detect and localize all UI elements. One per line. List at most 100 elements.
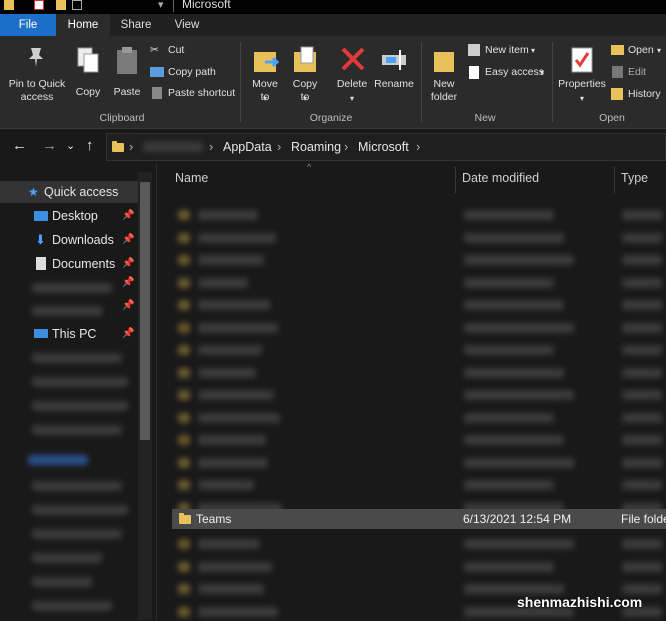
blurred-file-row[interactable] [172, 431, 666, 449]
new-folder-icon [434, 52, 454, 72]
blurred-file-row[interactable] [172, 476, 666, 494]
copy-to-dropdown-icon[interactable]: ▾ [287, 92, 323, 105]
blurred-file-row[interactable] [172, 535, 666, 553]
rename-icon [382, 50, 406, 70]
blurred-date [464, 277, 554, 288]
paste-shortcut-label: Paste shortcut [168, 87, 236, 99]
column-header-date-modified[interactable]: Date modified [462, 171, 539, 185]
tab-view[interactable]: View [162, 14, 212, 36]
blurred-nav-item[interactable] [32, 377, 128, 387]
move-to-dropdown-icon[interactable]: ▾ [247, 92, 283, 105]
easy-access-dropdown-icon[interactable]: ▾ [540, 66, 544, 79]
blurred-file-row[interactable] [172, 341, 666, 359]
pin-icon[interactable]: 📌 [122, 205, 134, 227]
blurred-file-row[interactable] [172, 558, 666, 576]
blurred-type [622, 345, 662, 355]
easy-access-label: Easy access [485, 66, 544, 78]
row-type: File folde [621, 512, 666, 526]
blurred-file-row[interactable] [172, 454, 666, 472]
nav-downloads-label: Downloads [52, 233, 114, 247]
tab-file[interactable]: File [0, 14, 56, 36]
new-item-dropdown-icon[interactable]: ▾ [531, 44, 535, 57]
new-folder-label: New folder [430, 78, 458, 103]
breadcrumb-roaming[interactable]: Roaming [291, 134, 341, 160]
column-header-type[interactable]: Type [621, 171, 648, 185]
blurred-nav-item[interactable] [32, 425, 122, 435]
customize-dropdown-icon[interactable]: ▾ [158, 0, 164, 11]
blurred-nav-item[interactable] [28, 455, 88, 465]
blurred-nav-item[interactable] [32, 401, 128, 411]
nav-item-this-pc[interactable]: This PC 📌 [0, 323, 140, 345]
nav-item-documents[interactable]: Documents 📌 [0, 253, 140, 275]
tab-share[interactable]: Share [110, 14, 162, 36]
blurred-nav-item[interactable] [32, 577, 92, 587]
title-separator [173, 0, 174, 12]
up-arrow-icon[interactable]: ↑ [86, 133, 94, 159]
blurred-nav-item[interactable] [32, 601, 112, 611]
properties-quick-icon[interactable] [34, 0, 44, 10]
breadcrumb-chevron-icon[interactable]: › [416, 134, 420, 160]
column-divider[interactable] [614, 167, 615, 193]
delete-dropdown-icon[interactable]: ▾ [334, 92, 370, 105]
blurred-file-row[interactable] [172, 206, 666, 224]
folder-icon [178, 390, 190, 400]
blurred-username-crumb[interactable] [143, 142, 203, 152]
recent-locations-dropdown-icon[interactable]: ⌄ [66, 133, 75, 159]
nav-pane-scroll-thumb[interactable] [140, 182, 150, 440]
folder-icon [178, 480, 190, 490]
blurred-nav-item[interactable] [32, 283, 112, 293]
blurred-nav-item[interactable] [32, 529, 122, 539]
table-row-selected[interactable]: Teams 6/13/2021 12:54 PM File folde [172, 509, 666, 529]
navigation-bar: ← → ⌄ ↑ › › AppData › Roaming › Microsof… [0, 129, 666, 163]
blurred-name [198, 277, 248, 288]
blurred-file-row[interactable] [172, 296, 666, 314]
blurred-nav-item[interactable] [32, 505, 128, 515]
breadcrumb-chevron-icon[interactable]: › [129, 134, 133, 160]
nav-item-downloads[interactable]: ⬇ Downloads 📌 [0, 229, 140, 251]
properties-dropdown-icon[interactable]: ▾ [556, 92, 608, 105]
history-label: History [628, 88, 661, 100]
folder-icon [178, 584, 190, 594]
blurred-type [622, 561, 662, 572]
blurred-file-row[interactable] [172, 229, 666, 247]
breadcrumb-chevron-icon[interactable]: › [209, 134, 213, 160]
blurred-nav-item[interactable] [32, 306, 102, 316]
scissors-icon: ✂ [150, 44, 159, 56]
folder-icon [178, 210, 190, 220]
desktop-icon [34, 211, 48, 221]
blurred-nav-item[interactable] [32, 481, 122, 491]
blurred-file-row[interactable] [172, 274, 666, 292]
nav-item-quick-access[interactable]: ★ Quick access [0, 181, 138, 203]
blurred-nav-item[interactable] [32, 553, 102, 563]
pin-icon[interactable]: 📌 [122, 277, 134, 288]
breadcrumb-appdata[interactable]: AppData [223, 134, 272, 160]
address-bar[interactable]: › › AppData › Roaming › Microsoft › [106, 133, 666, 161]
pin-icon[interactable]: 📌 [122, 253, 134, 275]
nav-item-desktop[interactable]: Desktop 📌 [0, 205, 140, 227]
breadcrumb-chevron-icon[interactable]: › [344, 134, 348, 160]
breadcrumb-chevron-icon[interactable]: › [277, 134, 281, 160]
blurred-nav-item[interactable] [32, 353, 122, 363]
blurred-file-row[interactable] [172, 364, 666, 382]
tab-home[interactable]: Home [56, 14, 110, 36]
blurred-file-row[interactable] [172, 409, 666, 427]
breadcrumb-microsoft[interactable]: Microsoft [358, 134, 409, 160]
blurred-file-row[interactable] [172, 251, 666, 269]
pin-icon[interactable]: 📌 [122, 229, 134, 251]
blurred-date [464, 561, 554, 572]
blurred-date [464, 390, 574, 400]
column-header-name[interactable]: Name [175, 171, 208, 185]
pin-icon[interactable]: 📌 [122, 323, 134, 345]
properties-label: Properties [558, 78, 606, 90]
sort-up-icon: ^ [307, 162, 312, 172]
column-divider[interactable] [455, 167, 456, 193]
new-folder-quick-icon[interactable] [56, 0, 66, 10]
open-dropdown-icon[interactable]: ▾ [657, 44, 661, 57]
forward-arrow-icon[interactable]: → [42, 133, 57, 159]
blurred-type [622, 412, 662, 423]
blank-quick-icon[interactable] [72, 0, 82, 10]
blurred-file-row[interactable] [172, 319, 666, 337]
blurred-file-row[interactable] [172, 386, 666, 404]
pin-icon[interactable]: 📌 [122, 300, 134, 311]
back-arrow-icon[interactable]: ← [12, 133, 27, 159]
